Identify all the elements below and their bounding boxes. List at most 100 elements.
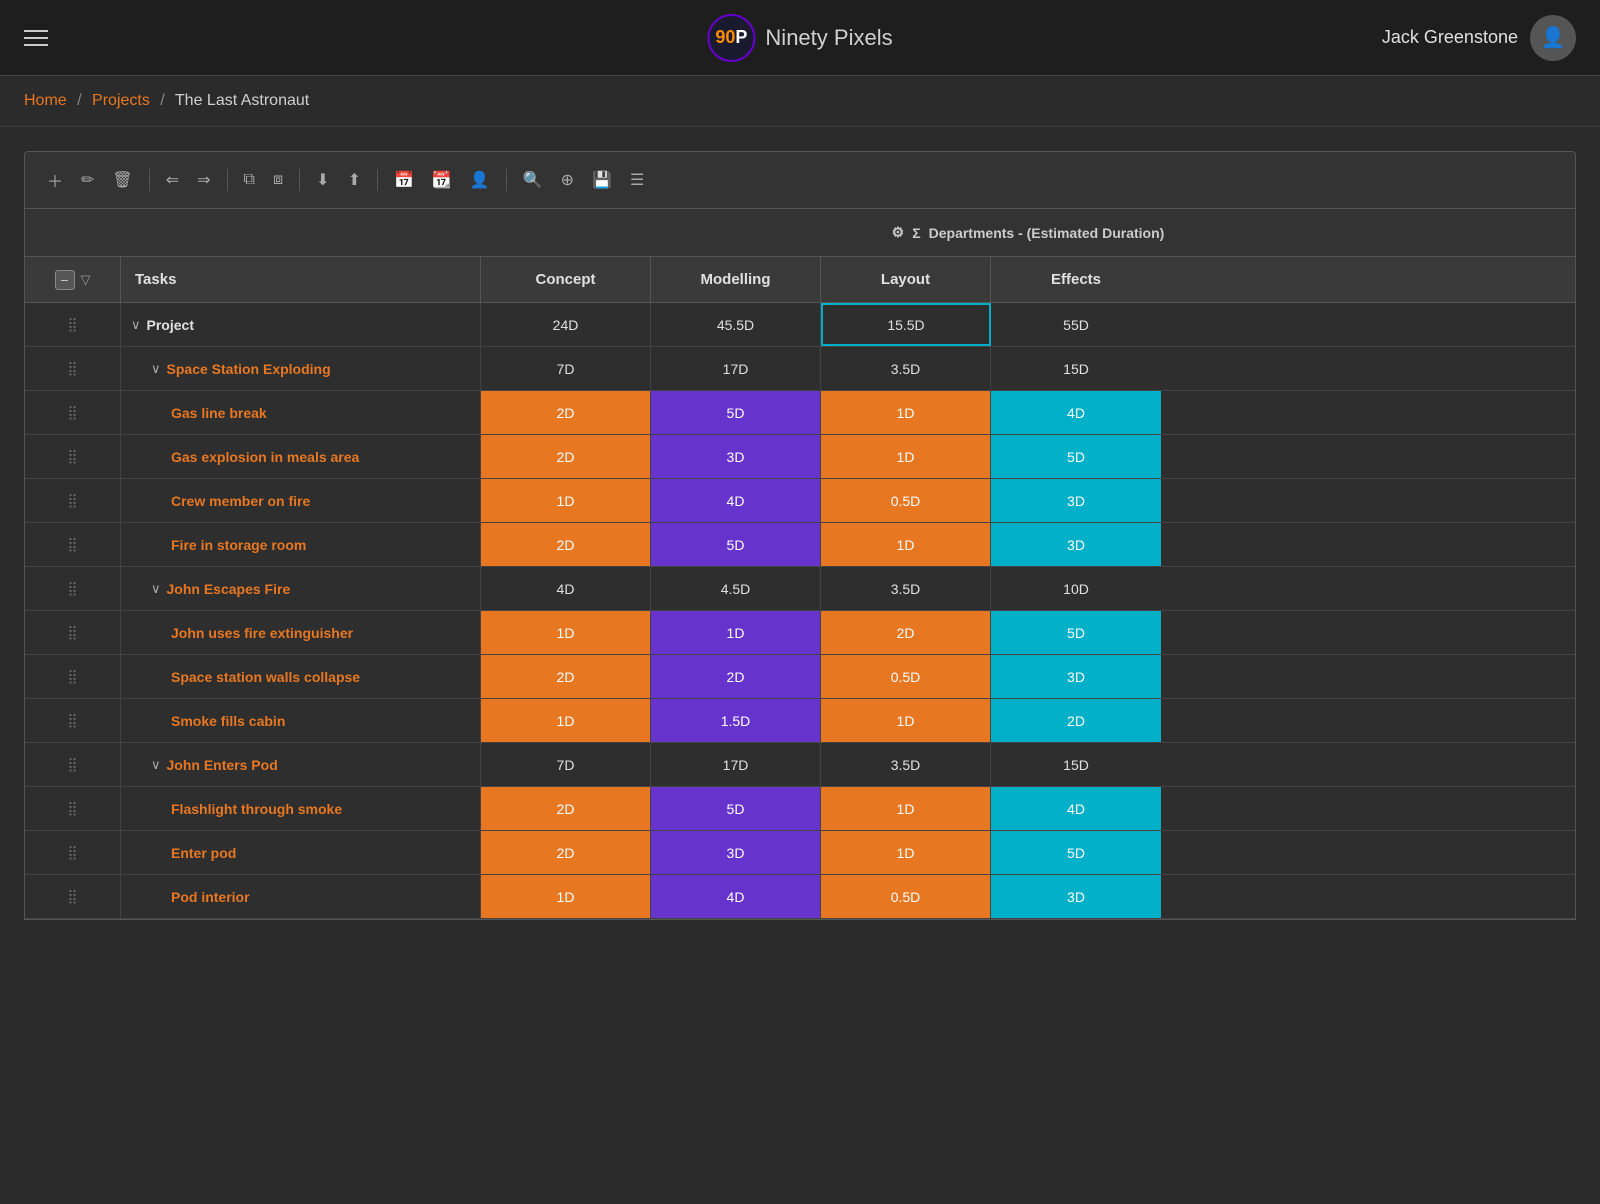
- concept-cell[interactable]: 1D: [481, 699, 651, 742]
- concept-cell[interactable]: 2D: [481, 655, 651, 698]
- concept-cell[interactable]: 2D: [481, 831, 651, 874]
- layout-cell[interactable]: 1D: [821, 787, 991, 830]
- drag-handle-icon[interactable]: ⣿: [67, 624, 77, 641]
- modelling-cell[interactable]: 4D: [651, 479, 821, 522]
- modelling-cell[interactable]: 3D: [651, 831, 821, 874]
- concept-cell[interactable]: 2D: [481, 435, 651, 478]
- hamburger-menu[interactable]: [24, 30, 48, 46]
- import-button[interactable]: ⬇: [310, 166, 335, 194]
- paste-button[interactable]: ⧈: [267, 167, 289, 193]
- zoom-in-button[interactable]: ⊕: [555, 166, 580, 194]
- context-menu-icon[interactable]: ⋮: [1141, 798, 1159, 819]
- modelling-cell[interactable]: 1D: [651, 611, 821, 654]
- modelling-cell[interactable]: 4D: [651, 875, 821, 918]
- breadcrumb-projects[interactable]: Projects: [92, 92, 150, 109]
- layout-cell[interactable]: 1D: [821, 391, 991, 434]
- layout-cell[interactable]: 3.5D: [821, 743, 991, 786]
- layout-cell[interactable]: 2D: [821, 611, 991, 654]
- layout-cell[interactable]: 1D: [821, 523, 991, 566]
- effects-cell[interactable]: 10D: [991, 567, 1161, 610]
- concept-cell[interactable]: 1D: [481, 875, 651, 918]
- drag-handle-icon[interactable]: ⣿: [67, 756, 77, 773]
- indent-right-button[interactable]: ⇒: [191, 166, 216, 194]
- modelling-cell[interactable]: 3D: [651, 435, 821, 478]
- zoom-out-button[interactable]: 🔍: [517, 166, 549, 194]
- layout-cell[interactable]: 0.5D: [821, 479, 991, 522]
- effects-cell[interactable]: 15D: [991, 743, 1161, 786]
- modelling-cell[interactable]: 17D: [651, 743, 821, 786]
- drag-handle-icon[interactable]: ⣿: [67, 800, 77, 817]
- drag-handle-icon[interactable]: ⣿: [67, 404, 77, 421]
- expand-button[interactable]: ∨: [151, 757, 161, 773]
- effects-cell[interactable]: 5D: [991, 611, 1161, 654]
- delete-button[interactable]: 🗑: [106, 166, 138, 194]
- drag-handle-icon[interactable]: ⣿: [67, 844, 77, 861]
- drag-handle-icon[interactable]: ⣿: [67, 668, 77, 685]
- layout-cell[interactable]: 0.5D: [821, 875, 991, 918]
- modelling-cell[interactable]: 5D: [651, 391, 821, 434]
- concept-cell[interactable]: 24D: [481, 303, 651, 346]
- effects-cell[interactable]: 3D: [991, 523, 1161, 566]
- effects-cell[interactable]: 4D: [991, 391, 1161, 434]
- layout-cell[interactable]: 1D: [821, 699, 991, 742]
- modelling-cell[interactable]: 45.5D: [651, 303, 821, 346]
- effects-cell[interactable]: 3D: [991, 479, 1161, 522]
- user-button[interactable]: 👤: [464, 166, 496, 194]
- effects-cell[interactable]: 4D⋮: [991, 787, 1161, 830]
- concept-cell[interactable]: 2D: [481, 787, 651, 830]
- layout-cell[interactable]: 0.5D: [821, 655, 991, 698]
- drag-handle-icon[interactable]: ⣿: [67, 536, 77, 553]
- modelling-cell[interactable]: 2D: [651, 655, 821, 698]
- modelling-cell[interactable]: 1.5D: [651, 699, 821, 742]
- menu-button[interactable]: ☰: [624, 166, 650, 194]
- concept-cell[interactable]: 2D: [481, 391, 651, 434]
- layout-cell[interactable]: 1D: [821, 435, 991, 478]
- layout-cell[interactable]: 15.5D: [821, 303, 991, 346]
- breadcrumb-home[interactable]: Home: [24, 92, 67, 109]
- modelling-cell[interactable]: 5D: [651, 523, 821, 566]
- modelling-cell[interactable]: 5D: [651, 787, 821, 830]
- layout-cell[interactable]: 3.5D: [821, 567, 991, 610]
- drag-handle-icon[interactable]: ⣿: [67, 316, 77, 333]
- calendar-grid-button[interactable]: 📆: [426, 166, 458, 194]
- concept-cell[interactable]: 7D: [481, 347, 651, 390]
- column-headers: − ▽ Tasks Concept Modelling Layout Effec…: [25, 257, 1575, 303]
- drag-handle-icon[interactable]: ⣿: [67, 360, 77, 377]
- expand-button[interactable]: ∨: [151, 581, 161, 597]
- indent-left-button[interactable]: ⇐: [160, 166, 185, 194]
- filter-icon[interactable]: ▽: [81, 272, 91, 288]
- modelling-cell[interactable]: 17D: [651, 347, 821, 390]
- table-row: ⣿Gas explosion in meals area2D3D1D5D: [25, 435, 1575, 479]
- calendar-button[interactable]: 📅: [388, 166, 420, 194]
- table-row: ⣿Enter pod2D3D1D5D: [25, 831, 1575, 875]
- effects-cell[interactable]: 15D: [991, 347, 1161, 390]
- layout-cell[interactable]: 3.5D: [821, 347, 991, 390]
- expand-button[interactable]: ∨: [151, 361, 161, 377]
- effects-cell[interactable]: 5D: [991, 435, 1161, 478]
- collapse-all-button[interactable]: −: [55, 270, 75, 290]
- drag-handle-icon[interactable]: ⣿: [67, 888, 77, 905]
- expand-button[interactable]: ∨: [131, 317, 141, 333]
- edit-button[interactable]: ✏: [75, 166, 100, 194]
- drag-handle-icon[interactable]: ⣿: [67, 580, 77, 597]
- effects-cell[interactable]: 3D: [991, 655, 1161, 698]
- effects-cell[interactable]: 2D: [991, 699, 1161, 742]
- add-button[interactable]: ＋: [41, 164, 69, 196]
- effects-cell[interactable]: 55D: [991, 303, 1161, 346]
- drag-handle-icon[interactable]: ⣿: [67, 712, 77, 729]
- effects-cell[interactable]: 5D: [991, 831, 1161, 874]
- effects-cell[interactable]: 3D: [991, 875, 1161, 918]
- concept-cell[interactable]: 7D: [481, 743, 651, 786]
- table-row: ⣿Pod interior1D4D0.5D3D: [25, 875, 1575, 919]
- modelling-cell[interactable]: 4.5D: [651, 567, 821, 610]
- concept-cell[interactable]: 4D: [481, 567, 651, 610]
- concept-cell[interactable]: 1D: [481, 611, 651, 654]
- copy-button[interactable]: ⧉: [238, 167, 261, 193]
- save-button[interactable]: 💾: [586, 166, 618, 194]
- concept-cell[interactable]: 1D: [481, 479, 651, 522]
- drag-handle-icon[interactable]: ⣿: [67, 492, 77, 509]
- drag-handle-icon[interactable]: ⣿: [67, 448, 77, 465]
- export-button[interactable]: ⬆: [342, 166, 367, 194]
- layout-cell[interactable]: 1D: [821, 831, 991, 874]
- concept-cell[interactable]: 2D: [481, 523, 651, 566]
